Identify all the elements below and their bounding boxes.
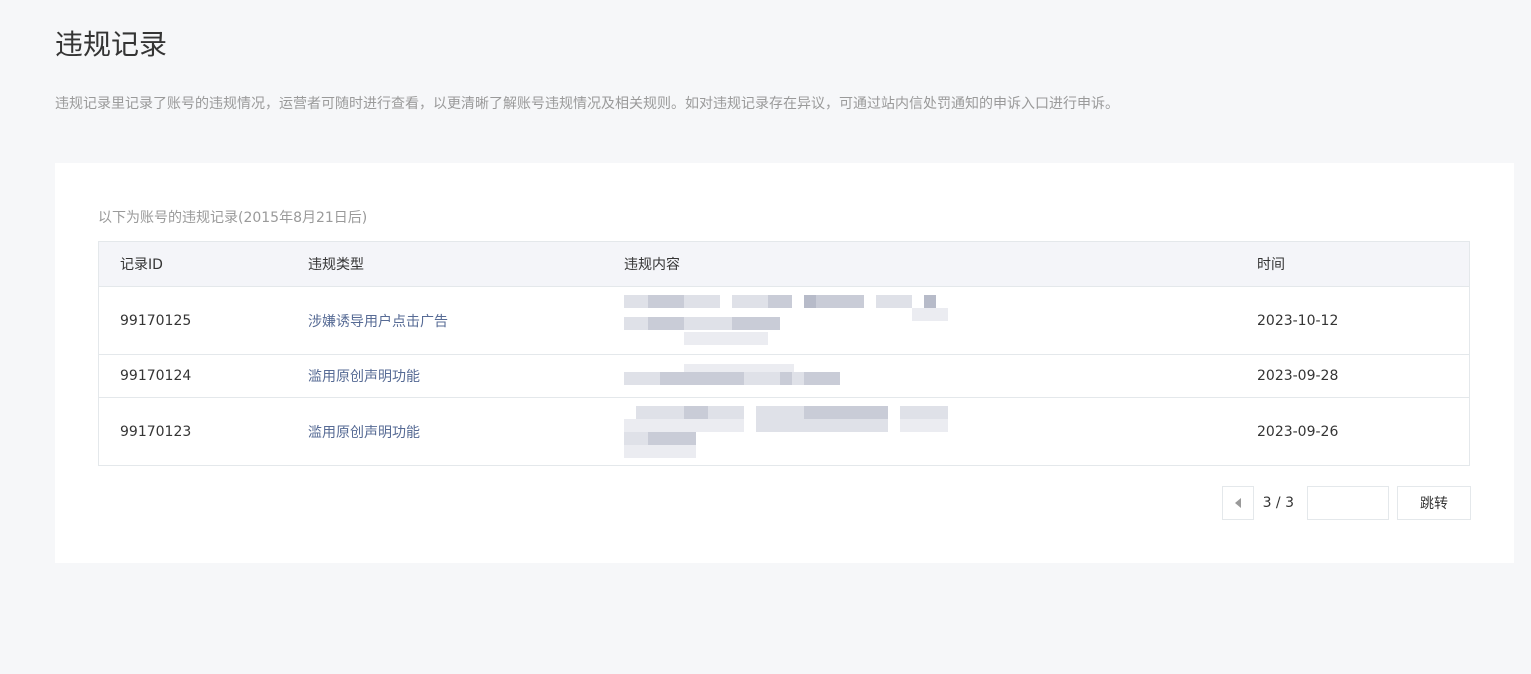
- violation-type: 涉嫌诱导用户点击广告: [308, 313, 448, 330]
- column-header-type: 违规类型: [308, 257, 364, 273]
- violation-type: 滥用原创声明功能: [308, 369, 420, 385]
- records-caption: 以下为账号的违规记录(2015年8月21日后): [98, 210, 368, 226]
- column-header-content: 违规内容: [624, 257, 680, 273]
- record-id: 99170125: [120, 312, 192, 329]
- violation-content-redacted: [624, 287, 954, 354]
- triangle-left-icon: [1234, 498, 1241, 508]
- page-title: 违规记录: [55, 28, 168, 61]
- record-id: 99170123: [120, 423, 192, 440]
- column-header-time: 时间: [1257, 257, 1285, 273]
- table-header: 记录ID 违规类型 违规内容 时间: [99, 242, 1469, 287]
- table-row: 99170123 滥用原创声明功能 2023-09-26: [99, 398, 1469, 465]
- violation-content-redacted: [624, 355, 954, 397]
- prev-page-button[interactable]: [1221, 486, 1254, 520]
- violation-time: 2023-09-28: [1257, 368, 1339, 384]
- redacted-mosaic: [624, 294, 954, 347]
- table-row: 99170125 涉嫌诱导用户点击广告 2023-10-12: [99, 287, 1469, 355]
- jump-button[interactable]: 跳转: [1397, 486, 1471, 520]
- pagination: 3 / 3 跳转: [1221, 486, 1471, 520]
- violation-type: 滥用原创声明功能: [308, 424, 420, 441]
- violation-time: 2023-10-12: [1257, 312, 1339, 329]
- violation-records-panel: 以下为账号的违规记录(2015年8月21日后) 记录ID 违规类型 违规内容 时…: [55, 163, 1514, 563]
- column-header-id: 记录ID: [120, 257, 163, 273]
- violation-time: 2023-09-26: [1257, 423, 1339, 440]
- table-row: 99170124 滥用原创声明功能 2023-09-28: [99, 355, 1469, 398]
- page-description: 违规记录里记录了账号的违规情况，运营者可随时进行查看，以更清晰了解账号违规情况及…: [55, 96, 1119, 112]
- violation-records-table: 记录ID 违规类型 违规内容 时间 99170125 涉嫌诱导用户点击广告 20…: [98, 241, 1470, 466]
- page-jump-input[interactable]: [1307, 486, 1389, 520]
- page-indicator: 3 / 3: [1262, 495, 1294, 511]
- redacted-mosaic: [624, 405, 954, 458]
- violation-content-redacted: [624, 398, 954, 465]
- record-id: 99170124: [120, 368, 192, 384]
- redacted-mosaic: [624, 364, 954, 388]
